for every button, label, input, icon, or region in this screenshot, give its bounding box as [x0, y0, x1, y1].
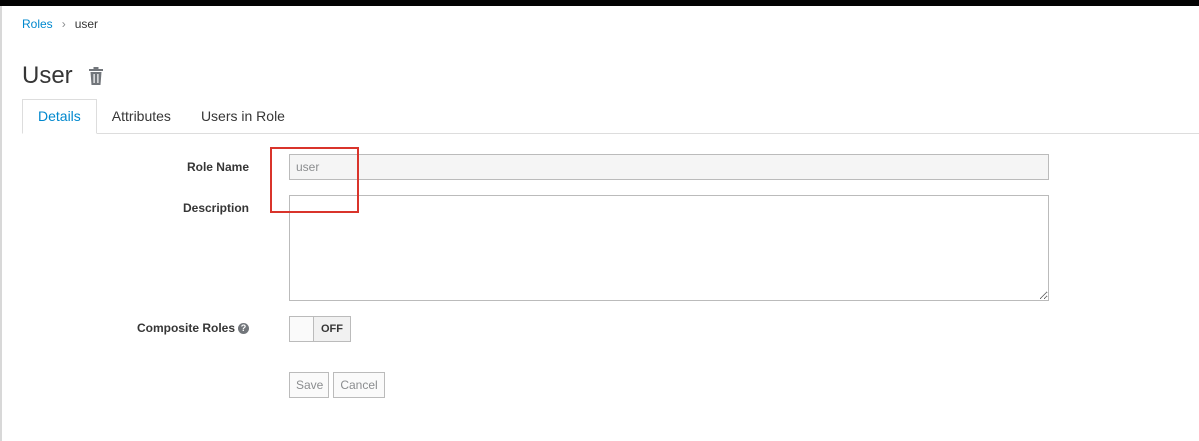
tab-users-in-role[interactable]: Users in Role [186, 99, 300, 134]
composite-roles-toggle[interactable]: OFF [289, 316, 351, 342]
description-label: Description [182, 201, 249, 215]
trash-icon[interactable] [88, 67, 104, 85]
role-name-input[interactable] [289, 154, 1049, 180]
save-button[interactable]: Save [289, 372, 329, 398]
toggle-state: OFF [321, 323, 343, 335]
composite-roles-label: Composite Roles [136, 321, 235, 335]
composite-roles-label-group: Composite Roles ? [29, 321, 249, 335]
role-name-label: Role Name [186, 160, 249, 174]
toggle-knob [290, 317, 314, 341]
cancel-button[interactable]: Cancel [333, 372, 385, 398]
breadcrumb: Roles › user [22, 17, 98, 31]
page-header: User [22, 62, 104, 90]
top-bar [0, 0, 1199, 6]
tab-bar: Details Attributes Users in Role [22, 99, 300, 134]
breadcrumb-roles-link[interactable]: Roles [22, 17, 53, 31]
description-textarea[interactable] [289, 195, 1049, 301]
chevron-right-icon: › [61, 17, 66, 31]
tab-details[interactable]: Details [22, 99, 97, 134]
left-border [0, 6, 2, 441]
tab-attributes[interactable]: Attributes [97, 99, 186, 134]
breadcrumb-current: user [74, 17, 99, 31]
page-title: User [22, 62, 73, 89]
question-circle-icon[interactable]: ? [238, 322, 249, 334]
